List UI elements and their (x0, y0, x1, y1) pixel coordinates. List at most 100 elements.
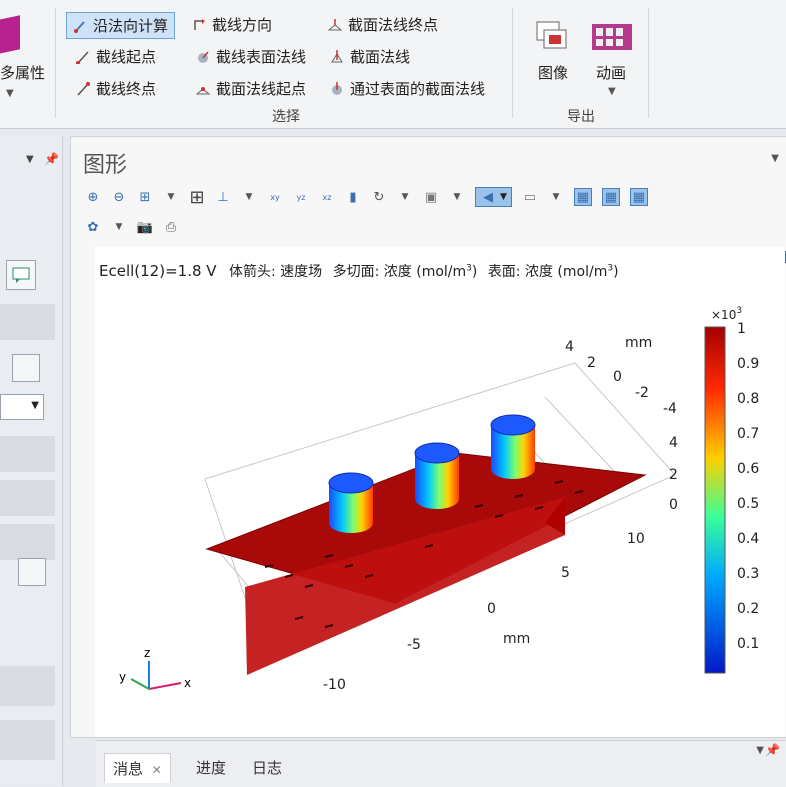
render-icon[interactable]: ✿ (85, 219, 101, 235)
view-yz-icon[interactable]: yz (293, 189, 309, 205)
graphics-title: 图形 (83, 153, 128, 178)
paste-icon[interactable] (12, 354, 40, 382)
triad-z-label: z (144, 646, 150, 660)
animation-export-button[interactable]: 动画 (596, 62, 626, 83)
zoom-extents-icon[interactable]: ⊞ (189, 187, 205, 208)
cutplane-normal-end-button[interactable]: 截面法线终点 (327, 14, 439, 35)
colorbar-tick: 0.9 (737, 356, 759, 372)
image-export-icon[interactable] (534, 18, 574, 58)
cutplane-normal-end-label: 截面法线终点 (348, 16, 439, 34)
close-icon[interactable]: ✕ (152, 763, 162, 777)
chevron-down-icon[interactable]: ▼ (163, 189, 179, 205)
chevron-down-icon[interactable]: ▼ (548, 189, 564, 205)
y-unit: mm (625, 335, 652, 351)
image-export-label: 图像 (538, 64, 569, 82)
normal-arrow-icon (73, 19, 87, 33)
panel-section (0, 436, 55, 472)
panel-section (0, 480, 55, 516)
lighting-dropdown[interactable]: ◀ ▼ (475, 187, 512, 207)
cutplane-normal-label: 截面法线 (350, 48, 411, 66)
surface-cutplane-normal-button[interactable]: 通过表面的截面法线 (330, 78, 485, 99)
animation-export-label: 动画 (596, 64, 627, 82)
ribbon-toolbar: 多属性 ▼ 沿法向计算 截线方向 截面法线终点 截线起点 截线表面法线 截面法线… (0, 0, 786, 129)
tab-messages-label: 消息 (113, 760, 144, 778)
tab-progress[interactable]: 进度 (188, 753, 234, 782)
cutline-surface-normal-button[interactable]: 截线表面法线 (196, 46, 306, 67)
cutline-end-button[interactable]: 截线终点 (76, 78, 156, 99)
print-icon[interactable]: ⎙ (163, 219, 179, 235)
cutplane-normal-button[interactable]: 截面法线 (330, 46, 410, 67)
view-xy-icon[interactable]: xy (267, 189, 283, 205)
electrode-cylinder (328, 472, 374, 533)
surface-cutplane-normal-label: 通过表面的截面法线 (350, 80, 486, 98)
ribbon-separator (512, 8, 513, 118)
camera-view-icon[interactable]: ▮ (345, 189, 361, 205)
triad-y-label: y (119, 670, 126, 684)
colorbar-exponent: ×103 (711, 306, 742, 322)
cutline-end-label: 截线终点 (96, 80, 157, 98)
y-tick: 4 (565, 339, 574, 355)
left-panel: ▼ 📌 ▼ (0, 136, 63, 786)
cutline-direction-button[interactable]: 截线方向 (192, 14, 272, 35)
zoom-out-icon[interactable]: ⊖ (111, 189, 127, 205)
normal-compute-button[interactable]: 沿法向计算 (66, 12, 176, 39)
chevron-down-icon[interactable]: ▼ (111, 219, 127, 235)
axis-toggle-icon[interactable]: ▦ (629, 188, 648, 206)
chevron-down-icon[interactable]: ▼ (756, 745, 764, 756)
chevron-down-icon[interactable]: ▼ (608, 86, 616, 97)
transparency-icon[interactable]: ▭ (522, 189, 538, 205)
grid-toggle-icon[interactable]: ▦ (601, 188, 620, 206)
chevron-down-icon[interactable]: ▼ (771, 153, 779, 164)
pin-icon[interactable]: 📌 (765, 743, 780, 757)
cutline-surface-normal-label: 截线表面法线 (216, 48, 307, 66)
messages-panel: 消息 ✕ 进度 日志 ▼ 📌 (96, 740, 786, 787)
y-tick: 2 (587, 355, 596, 371)
chevron-down-icon[interactable]: ▼ (26, 154, 34, 165)
chevron-down-icon[interactable]: ▼ (241, 189, 257, 205)
cutplane-normal-start-button[interactable]: 截面法线起点 (195, 78, 306, 99)
y-tick: -2 (635, 385, 649, 401)
cutline-start-icon (76, 50, 90, 65)
ribbon-separator (648, 8, 649, 118)
cutline-surface-normal-icon (196, 50, 210, 64)
comment-icon[interactable] (6, 260, 36, 290)
dropdown-select[interactable]: ▼ (0, 394, 44, 420)
select-icon[interactable]: ▣ (423, 189, 439, 205)
tab-progress-label: 进度 (196, 759, 227, 777)
animation-export-icon[interactable] (590, 20, 634, 54)
x-unit: mm (503, 631, 530, 647)
x-tick: 0 (487, 601, 496, 617)
mesh-toggle-icon[interactable]: ▦ (573, 188, 592, 206)
normal-compute-label: 沿法向计算 (93, 17, 169, 35)
pin-icon[interactable]: 📌 (44, 152, 59, 166)
axis-view-icon[interactable]: ⊥ (215, 189, 231, 205)
z-tick: 2 (669, 467, 678, 483)
properties-button[interactable]: 多属性 (0, 62, 45, 83)
ribbon-separator (55, 8, 56, 118)
image-export-button[interactable]: 图像 (538, 62, 568, 83)
cutline-start-label: 截线起点 (96, 48, 157, 66)
triad-x-label: x (184, 676, 191, 690)
tab-log[interactable]: 日志 (244, 753, 290, 782)
cutplane-normal-end-icon (327, 18, 343, 32)
colorbar (704, 326, 726, 674)
x-tick: -5 (407, 637, 421, 653)
view-xz-icon[interactable]: xz (319, 189, 335, 205)
paste-icon[interactable] (18, 558, 46, 586)
surface-cutplane-normal-icon (330, 81, 344, 96)
properties-label: 多属性 (0, 64, 46, 82)
camera-icon[interactable]: 📷 (137, 219, 153, 235)
chevron-down-icon[interactable]: ▼ (449, 189, 465, 205)
tab-messages[interactable]: 消息 ✕ (104, 753, 171, 783)
plot-canvas[interactable]: Ecell(12)=1.8 V 体箭头: 速度场 多切面: 浓度 (mol/m3… (95, 247, 785, 737)
cutline-start-button[interactable]: 截线起点 (76, 46, 156, 67)
zoom-box-icon[interactable]: ⊞ (137, 189, 153, 205)
rotate-icon[interactable]: ↻ (371, 189, 387, 205)
zoom-in-icon[interactable]: ⊕ (85, 189, 101, 205)
plot-3d: -10 -5 0 5 10 mm 4 2 0 -2 -4 mm 4 2 0 z … (119, 306, 759, 693)
chevron-down-icon[interactable]: ▼ (397, 189, 413, 205)
cutline-direction-icon (192, 18, 206, 32)
chevron-down-icon[interactable]: ▼ (6, 88, 14, 99)
properties-icon[interactable] (0, 15, 20, 55)
panel-section (0, 720, 55, 760)
